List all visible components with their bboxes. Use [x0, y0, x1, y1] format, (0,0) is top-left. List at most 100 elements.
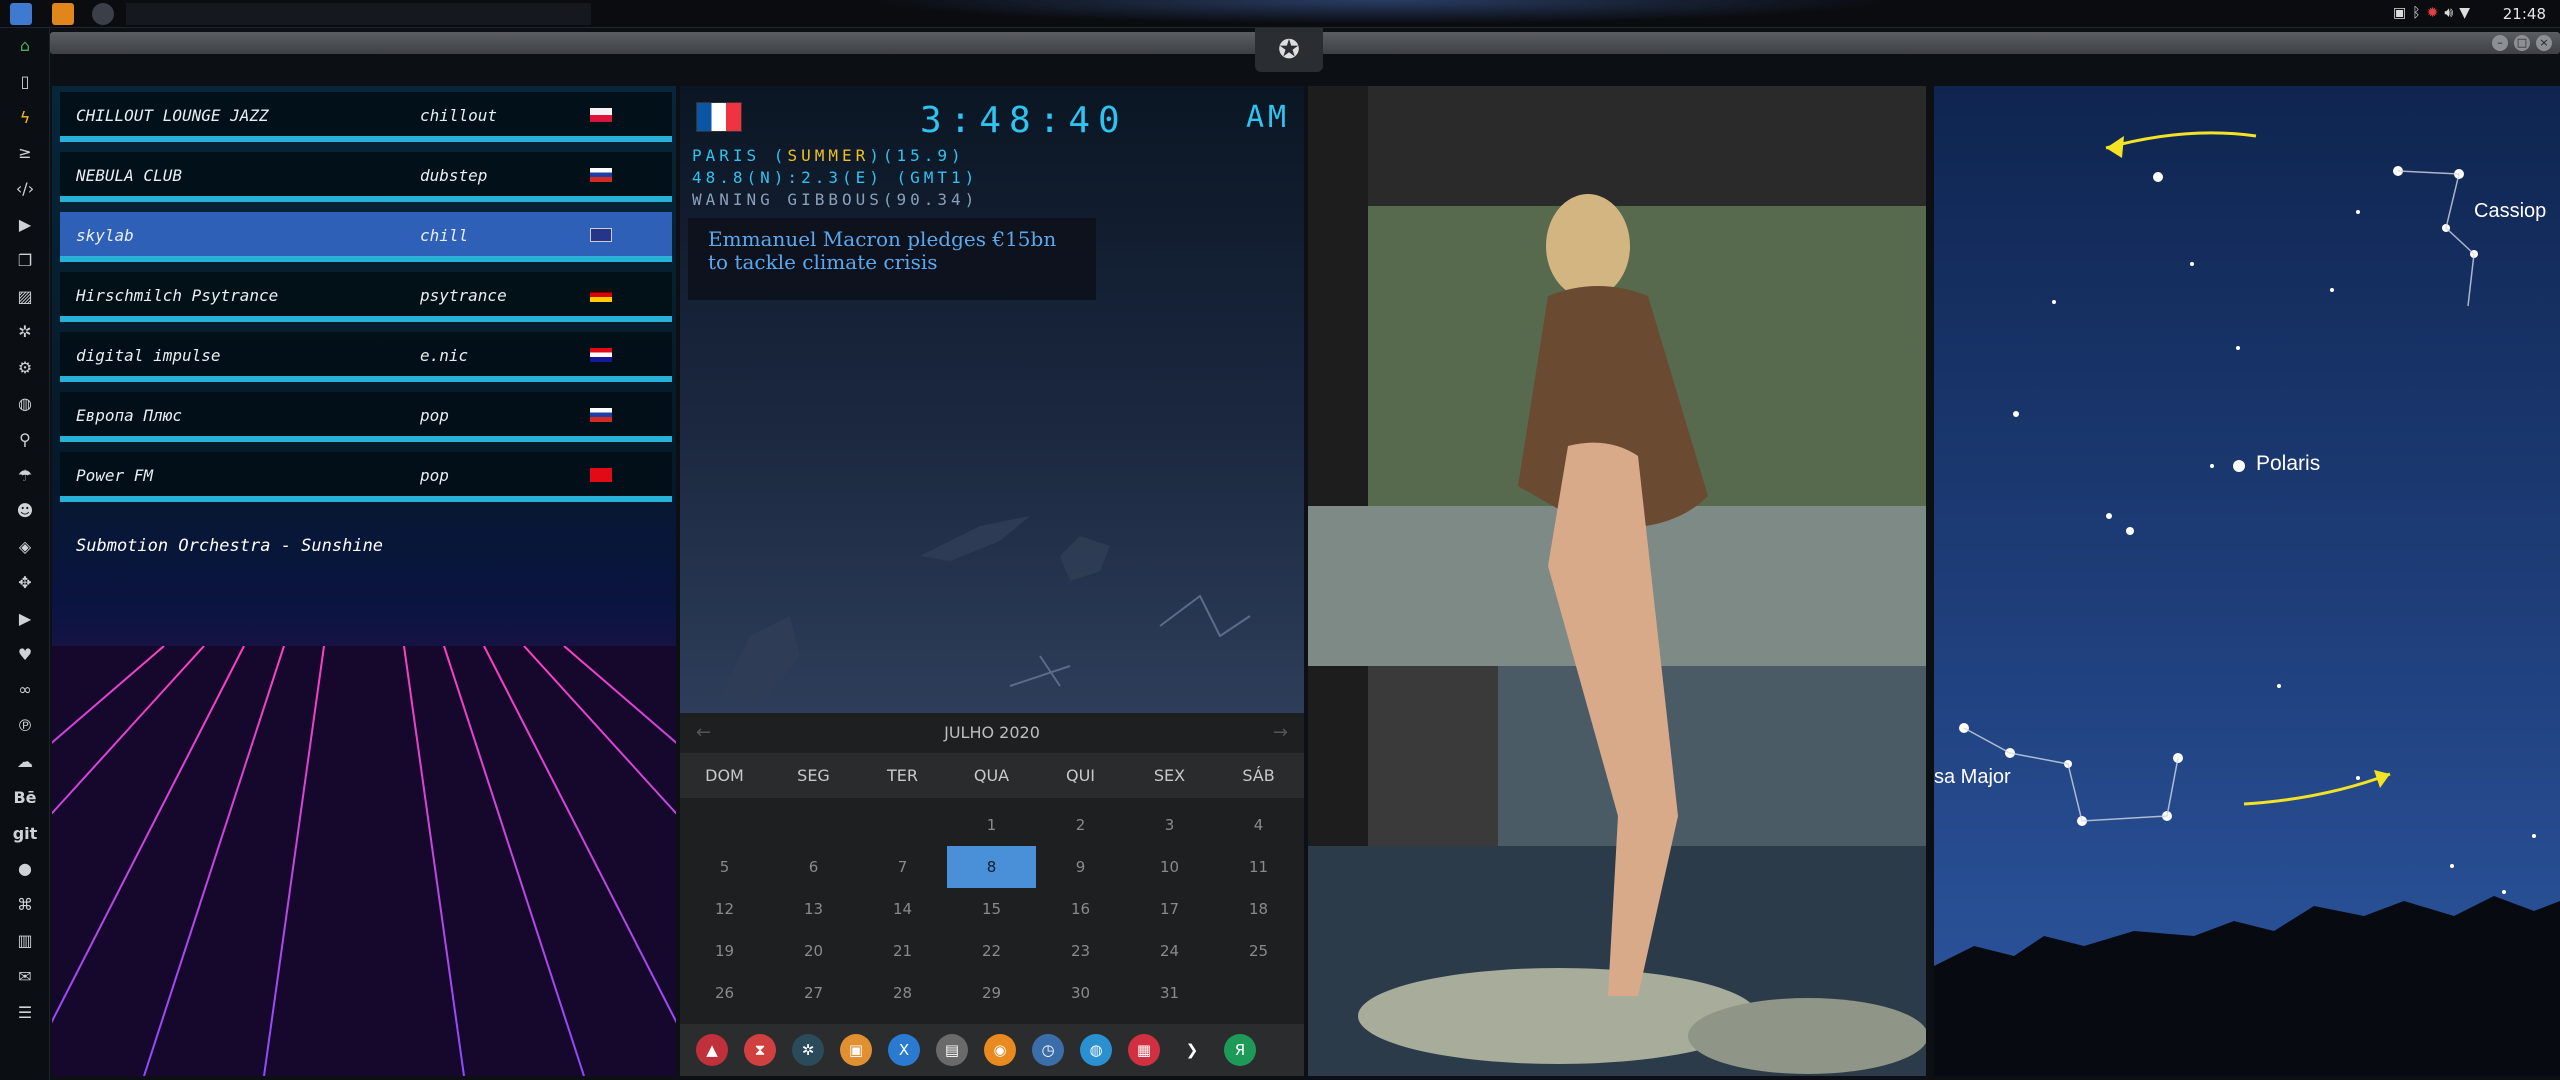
calendar-day[interactable]: 6: [769, 846, 858, 888]
calendar-day[interactable]: 2: [1036, 804, 1125, 846]
heart-icon[interactable]: ♥: [0, 637, 50, 673]
station-row-selected[interactable]: skylab chill: [60, 212, 672, 262]
news-headline[interactable]: Emmanuel Macron pledges €15bn to tackle …: [688, 218, 1096, 300]
translate-icon[interactable]: X: [888, 1034, 920, 1066]
gear-app-icon[interactable]: ✲: [792, 1034, 824, 1066]
station-row[interactable]: NEBULA CLUB dubstep: [60, 152, 672, 202]
umbrella-icon[interactable]: ☂: [0, 458, 50, 494]
arrow-app-icon[interactable]: ❯: [1176, 1034, 1208, 1066]
youtube-icon[interactable]: ▶: [0, 601, 50, 637]
calendar-day[interactable]: 14: [858, 888, 947, 930]
files-app-icon[interactable]: [10, 3, 32, 25]
station-row[interactable]: Европа Плюс pop: [60, 392, 672, 442]
lastfm-icon[interactable]: ∞: [0, 672, 50, 708]
calendar-day[interactable]: 5: [680, 846, 769, 888]
calendar-day[interactable]: 15: [947, 888, 1036, 930]
calendar-day[interactable]: 9: [1036, 846, 1125, 888]
station-row[interactable]: digital impulse e.nic: [60, 332, 672, 382]
yandex-icon[interactable]: Я: [1224, 1034, 1256, 1066]
system-tray[interactable]: ▣ᛒ✹🔊︎▼: [2393, 5, 2476, 21]
calendar-day[interactable]: 22: [947, 930, 1036, 972]
contact-icon[interactable]: ☻: [0, 493, 50, 529]
clock[interactable]: 21:48: [2503, 5, 2546, 23]
cloud-icon[interactable]: ☁: [0, 744, 50, 780]
image-icon[interactable]: ▣: [2393, 5, 2412, 21]
station-row[interactable]: Hirschmilch Psytrance psytrance: [60, 272, 672, 322]
image-icon[interactable]: ▨: [0, 279, 50, 315]
calendar-day[interactable]: 20: [769, 930, 858, 972]
calendar-day[interactable]: 27: [769, 972, 858, 1014]
expand-icon[interactable]: ✥: [0, 565, 50, 601]
calendar-day[interactable]: 17: [1125, 888, 1214, 930]
window-icon[interactable]: ▤: [936, 1034, 968, 1066]
stack-icon[interactable]: ☰: [0, 995, 50, 1031]
github-icon[interactable]: ●: [0, 851, 50, 887]
calendar-day[interactable]: 1: [947, 804, 1036, 846]
station-name: Hirschmilch Psytrance: [76, 286, 279, 305]
calendar-day[interactable]: 24: [1125, 930, 1214, 972]
alert-icon[interactable]: ✹: [2427, 5, 2445, 21]
aperture-icon[interactable]: ✲: [0, 314, 50, 350]
hourglass-icon[interactable]: ⧗: [744, 1034, 776, 1066]
calendar: ← JULHO 2020 → DOM SEG TER QUA QUI SEX S…: [680, 713, 1304, 1076]
arch-icon[interactable]: ▲: [696, 1034, 728, 1066]
station-row[interactable]: Power FM pop: [60, 452, 672, 502]
window-titlebar[interactable]: ✪ – □ ×: [50, 28, 2560, 72]
maximize-button[interactable]: □: [2514, 35, 2530, 51]
workspace-app-icon[interactable]: [92, 3, 114, 25]
calendar-day[interactable]: 19: [680, 930, 769, 972]
calendar-day[interactable]: 21: [858, 930, 947, 972]
calendar-day[interactable]: 26: [680, 972, 769, 1014]
home-icon[interactable]: ⌂: [0, 28, 50, 64]
pinterest-icon[interactable]: ℗: [0, 708, 50, 744]
calendar-day[interactable]: 23: [1036, 930, 1125, 972]
gear-icon[interactable]: ⚙: [0, 350, 50, 386]
station-name: Европа Плюс: [76, 406, 182, 425]
calendar-day[interactable]: 10: [1125, 846, 1214, 888]
document-icon[interactable]: ▯: [0, 64, 50, 100]
close-button[interactable]: ×: [2536, 35, 2552, 51]
globe-app-icon[interactable]: ◍: [1080, 1034, 1112, 1066]
git-icon[interactable]: git: [0, 816, 50, 852]
calendar-day[interactable]: 28: [858, 972, 947, 1014]
calendar-day[interactable]: 18: [1214, 888, 1303, 930]
calendar-day[interactable]: 29: [947, 972, 1036, 1014]
calendar-day[interactable]: 12: [680, 888, 769, 930]
calendar-day[interactable]: 3: [1125, 804, 1214, 846]
next-month-icon[interactable]: →: [1273, 713, 1288, 753]
search-icon[interactable]: ⚲: [0, 422, 50, 458]
behance-icon[interactable]: Bē: [0, 780, 50, 816]
bolt-icon[interactable]: ϟ: [0, 100, 50, 136]
station-row[interactable]: CHILLOUT LOUNGE JAZZ chillout: [60, 92, 672, 142]
play-icon[interactable]: ▶: [0, 207, 50, 243]
image-viewer-icon[interactable]: ▣: [840, 1034, 872, 1066]
map-icon[interactable]: ▥: [0, 923, 50, 959]
location-prefix: PARIS (: [692, 146, 788, 165]
calendar-day[interactable]: 11: [1214, 846, 1303, 888]
calendar-app-icon[interactable]: ▦: [1128, 1034, 1160, 1066]
volume-icon[interactable]: 🔊︎: [2444, 5, 2459, 21]
terminal-icon[interactable]: ≥: [0, 135, 50, 171]
search-app-icon[interactable]: ◉: [984, 1034, 1016, 1066]
calendar-day[interactable]: 7: [858, 846, 947, 888]
calendar-day-today[interactable]: 8: [947, 846, 1036, 888]
station-genre: pop: [420, 466, 449, 485]
calendar-day[interactable]: 4: [1214, 804, 1303, 846]
calendar-day[interactable]: 25: [1214, 930, 1303, 972]
code-icon[interactable]: ‹/›: [0, 171, 50, 207]
wifi-icon[interactable]: ▼: [2459, 5, 2476, 21]
minimize-button[interactable]: –: [2492, 35, 2508, 51]
globe-icon[interactable]: ◍: [0, 386, 50, 422]
sublime-app-icon[interactable]: [52, 3, 74, 25]
clock-app-icon[interactable]: ◷: [1032, 1034, 1064, 1066]
bluetooth-icon[interactable]: ᛒ: [2412, 5, 2426, 21]
pocket-icon[interactable]: ⌘: [0, 887, 50, 923]
weekday-label: SÁB: [1242, 766, 1275, 785]
copy-icon[interactable]: ❐: [0, 243, 50, 279]
calendar-day[interactable]: 31: [1125, 972, 1214, 1014]
calendar-day[interactable]: 16: [1036, 888, 1125, 930]
calendar-day[interactable]: 13: [769, 888, 858, 930]
calendar-day[interactable]: 30: [1036, 972, 1125, 1014]
mail-icon[interactable]: ✉: [0, 959, 50, 995]
tag-icon[interactable]: ◈: [0, 529, 50, 565]
